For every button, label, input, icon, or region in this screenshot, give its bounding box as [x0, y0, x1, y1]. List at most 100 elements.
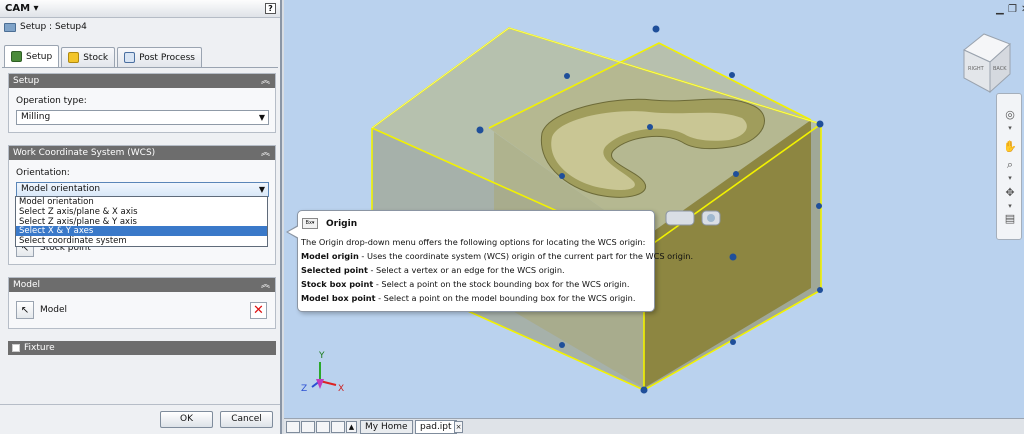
look-at-icon[interactable]: ▤	[1003, 212, 1017, 225]
operation-type-select[interactable]: Milling ▼	[16, 110, 269, 125]
setup-group-header[interactable]: Setup ︽	[9, 74, 275, 88]
model-group-header[interactable]: Model ︽	[9, 278, 275, 292]
tooltip-item-desc: - Select a point on the stock bounding b…	[373, 279, 630, 289]
ok-button[interactable]: OK	[160, 411, 213, 428]
viewcube-right-label: RIGHT	[968, 66, 985, 72]
cam-panel: CAM ▾ ? Setup : Setup4 Setup Stock Post …	[0, 0, 282, 434]
tooltip-header: Bx▾ Origin	[302, 218, 357, 229]
triad-x-label: X	[338, 384, 344, 394]
wcs-group-header[interactable]: Work Coordinate System (WCS) ︽	[9, 146, 275, 160]
setup-group-title: Setup	[13, 76, 40, 86]
collapse-chevron-icon[interactable]: ︽	[261, 74, 270, 88]
tooltip-intro: The Origin drop-down menu offers the fol…	[301, 237, 646, 247]
tab-setup[interactable]: Setup	[4, 45, 60, 67]
close-tab-icon[interactable]: ×	[454, 421, 463, 433]
tab-setup-label: Setup	[26, 51, 53, 62]
orientation-value: Model orientation	[21, 184, 101, 194]
chevron-down-icon: ▼	[258, 185, 265, 194]
tooltip-item: Stock box point - Select a point on the …	[301, 279, 629, 289]
model-button-label: Model	[40, 305, 68, 315]
chevron-down-icon[interactable]: ▾	[1003, 202, 1017, 210]
navigation-bar: ◎ ▾ ✋ ⌕ ▾ ✥ ▾ ▤	[996, 93, 1022, 240]
fixture-checkbox[interactable]	[12, 344, 20, 352]
tooltip-item: Model origin - Uses the coordinate syste…	[301, 251, 693, 261]
restore-icon[interactable]: ❐	[1008, 4, 1017, 15]
setup-group: Setup ︽ Operation type: Milling ▼	[8, 73, 276, 133]
dropdown-option[interactable]: Select coordinate system	[16, 236, 267, 246]
triad-y-label: Y	[318, 351, 325, 361]
tooltip-title: Origin	[326, 218, 358, 229]
tab-divider	[2, 67, 278, 68]
graphics-viewport[interactable]: Y X Z RIGHT BACK ▁ ❐ ✕	[284, 0, 1024, 418]
breadcrumb-text: Setup : Setup4	[20, 22, 87, 32]
orbit-icon[interactable]: ✥	[1003, 186, 1017, 199]
tab-my-home[interactable]: My Home	[360, 420, 413, 434]
zoom-icon[interactable]: ⌕	[1003, 158, 1017, 172]
select-cursor-icon[interactable]: ↖	[16, 301, 34, 319]
tab-stock-label: Stock	[83, 52, 109, 63]
orientation-dropdown-list: Model orientation Select Z axis/plane & …	[15, 196, 268, 247]
tab-stock[interactable]: Stock	[61, 47, 116, 67]
breadcrumb: Setup : Setup4	[4, 20, 87, 34]
setup-tab-icon	[11, 51, 22, 62]
dropdown-option[interactable]: Select Z axis/plane & X axis	[16, 207, 267, 217]
steering-wheel-icon[interactable]: ◎	[1003, 108, 1017, 121]
stock-tab-icon	[68, 52, 80, 63]
help-icon[interactable]: ?	[265, 3, 276, 14]
collapse-chevron-icon[interactable]: ︽	[261, 146, 270, 160]
viewcube[interactable]: RIGHT BACK	[963, 33, 1011, 94]
tooltip-item-desc: - Uses the coordinate system (WCS) origi…	[358, 251, 694, 261]
model-row: ↖ Model	[16, 301, 67, 319]
arrange-horizontal-icon[interactable]	[316, 421, 330, 433]
tooltip-item-desc: - Select a point on the model bounding b…	[375, 293, 636, 303]
tooltip-item-term: Model box point	[301, 293, 376, 303]
operation-type-label: Operation type:	[16, 96, 87, 106]
mini-toolbar[interactable]	[665, 210, 721, 226]
post-process-tab-icon	[124, 52, 136, 63]
model-group-title: Model	[13, 280, 41, 290]
tooltip-item-term: Selected point	[301, 265, 368, 275]
minimize-icon[interactable]: ▁	[996, 4, 1004, 15]
dropdown-option[interactable]: Model orientation	[16, 197, 267, 207]
cascade-windows-icon[interactable]	[301, 421, 315, 433]
chevron-down-icon: ▼	[258, 113, 265, 122]
collapse-chevron-icon[interactable]: ︽	[261, 278, 270, 292]
tooltip-item-term: Model origin	[301, 251, 359, 261]
model-group: Model ︽ ↖ Model ✕	[8, 277, 276, 329]
triad-z-label: Z	[301, 384, 307, 394]
dialog-button-bar: OK Cancel	[0, 404, 280, 434]
dropdown-option-selected[interactable]: Select X & Y axes	[16, 226, 267, 236]
operation-type-value: Milling	[21, 112, 51, 122]
orientation-select[interactable]: Model orientation ▼	[16, 182, 269, 197]
tab-post-process[interactable]: Post Process	[117, 47, 202, 67]
panel-title-bar: CAM ▾ ?	[0, 0, 280, 18]
dropdown-option[interactable]: Select Z axis/plane & Y axis	[16, 217, 267, 227]
origin-dropdown-icon: Bx▾	[302, 218, 318, 229]
tile-windows-icon[interactable]	[286, 421, 300, 433]
app-root: CAM ▾ ? Setup : Setup4 Setup Stock Post …	[0, 0, 1024, 434]
panel-title[interactable]: CAM ▾	[5, 3, 39, 14]
clear-selection-icon[interactable]: ✕	[250, 302, 267, 319]
tooltip-item: Model box point - Select a point on the …	[301, 293, 635, 303]
chevron-down-icon[interactable]: ▾	[1003, 124, 1017, 132]
orientation-label: Orientation:	[16, 168, 70, 178]
arrange-vertical-icon[interactable]	[331, 421, 345, 433]
axis-triad: Y X Z	[301, 351, 344, 394]
viewcube-back-label: BACK	[993, 66, 1007, 72]
fixture-group-header[interactable]: Fixture	[8, 341, 276, 355]
fixture-group-title: Fixture	[24, 343, 55, 353]
tooltip-item-desc: - Select a vertex or an edge for the WCS…	[367, 265, 565, 275]
setup-folder-icon	[4, 22, 16, 32]
tab-post-process-label: Post Process	[139, 52, 195, 63]
tab-strip: Setup Stock Post Process	[4, 45, 202, 67]
tab-pad-ipt[interactable]: pad.ipt	[415, 420, 457, 434]
document-tab-bar: ▲ My Home pad.ipt ×	[284, 418, 1024, 434]
chevron-down-icon[interactable]: ▾	[1003, 174, 1017, 182]
wcs-group-title: Work Coordinate System (WCS)	[13, 148, 156, 158]
tooltip-item-term: Stock box point	[301, 279, 374, 289]
scroll-up-icon[interactable]: ▲	[346, 421, 357, 433]
tooltip-item: Selected point - Select a vertex or an e…	[301, 265, 565, 275]
pan-icon[interactable]: ✋	[1003, 140, 1017, 153]
cancel-button[interactable]: Cancel	[220, 411, 273, 428]
model-canvas: Y X Z RIGHT BACK	[301, 25, 1011, 394]
